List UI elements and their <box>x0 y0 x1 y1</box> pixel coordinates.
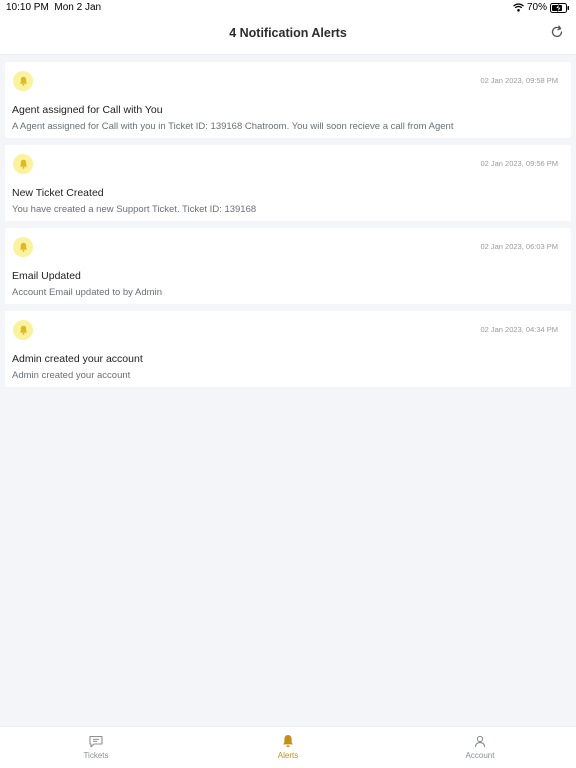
refresh-button[interactable] <box>550 25 564 39</box>
notification-title: New Ticket Created <box>12 187 104 199</box>
bell-icon <box>13 154 33 174</box>
wifi-icon <box>513 3 524 12</box>
bell-icon <box>13 237 33 257</box>
notification-card[interactable]: 02 Jan 2023, 09:56 PM New Ticket Created… <box>5 145 571 221</box>
nav-label: Account <box>465 751 495 760</box>
battery-charging-icon <box>550 2 570 13</box>
status-clock: 10:10 PM <box>6 2 49 13</box>
user-icon <box>474 734 486 748</box>
nav-label: Alerts <box>277 751 299 760</box>
notification-body: You have created a new Support Ticket. T… <box>12 204 257 215</box>
bottom-nav: Tickets Alerts Account <box>0 726 576 768</box>
notification-list: 02 Jan 2023, 09:58 PM Agent assigned for… <box>5 62 571 394</box>
notification-title: Agent assigned for Call with You <box>12 104 163 116</box>
notification-time: 02 Jan 2023, 04:34 PM <box>480 325 558 334</box>
notification-card[interactable]: 02 Jan 2023, 09:58 PM Agent assigned for… <box>5 62 571 138</box>
bell-icon <box>282 734 294 748</box>
status-bar: 10:10 PM Mon 2 Jan 70% <box>0 0 576 16</box>
notification-body: A Agent assigned for Call with you in Ti… <box>12 121 454 132</box>
page-header: 4 Notification Alerts <box>0 16 576 55</box>
bell-icon <box>13 320 33 340</box>
bell-icon <box>13 71 33 91</box>
notification-title: Admin created your account <box>12 353 143 365</box>
status-time: 10:10 PM Mon 2 Jan <box>6 2 101 13</box>
page-title: 4 Notification Alerts <box>229 26 347 40</box>
nav-label: Tickets <box>83 751 109 760</box>
notification-time: 02 Jan 2023, 09:56 PM <box>480 159 558 168</box>
notification-time: 02 Jan 2023, 09:58 PM <box>480 76 558 85</box>
notification-card[interactable]: 02 Jan 2023, 04:34 PM Admin created your… <box>5 311 571 387</box>
notification-card[interactable]: 02 Jan 2023, 06:03 PM Email Updated Acco… <box>5 228 571 304</box>
nav-item-tickets[interactable]: Tickets <box>0 727 192 768</box>
battery-percent: 70% <box>526 2 547 13</box>
status-date: Mon 2 Jan <box>54 2 102 13</box>
notification-title: Email Updated <box>12 270 81 282</box>
notification-body: Account Email updated to by Admin <box>12 287 162 298</box>
chat-icon <box>89 734 103 748</box>
status-indicators: 70% <box>513 2 570 13</box>
refresh-icon <box>551 25 563 38</box>
notification-body: Admin created your account <box>12 370 131 381</box>
nav-item-account[interactable]: Account <box>384 727 576 768</box>
nav-item-alerts[interactable]: Alerts <box>192 727 384 768</box>
notification-time: 02 Jan 2023, 06:03 PM <box>480 242 558 251</box>
